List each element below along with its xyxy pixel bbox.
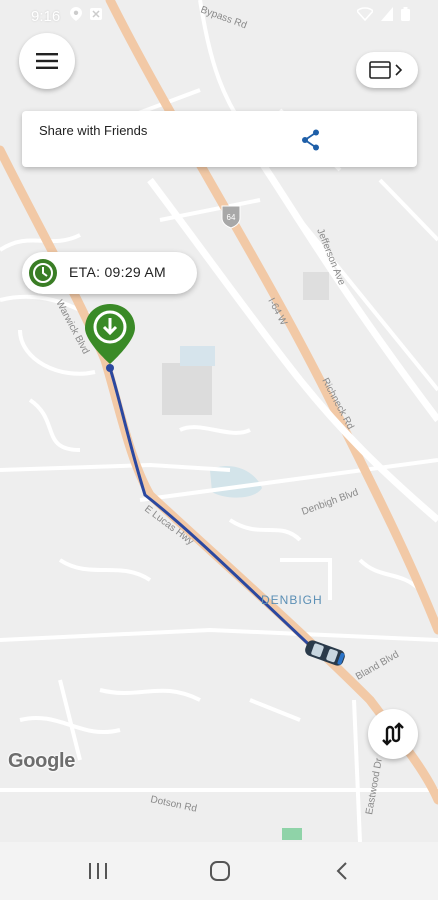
signal-icon	[381, 7, 393, 25]
highway-shield: 64	[221, 205, 241, 229]
wifi-icon	[355, 7, 375, 25]
map-water	[180, 346, 215, 366]
eta-pill: ETA: 09:29 AM	[22, 252, 197, 294]
system-nav-bar	[0, 842, 438, 900]
recent-apps-icon	[89, 863, 107, 879]
share-icon[interactable]	[299, 128, 323, 152]
home-icon	[210, 861, 230, 881]
route-icon	[382, 722, 404, 746]
share-label: Share with Friends	[39, 123, 148, 138]
map-building	[162, 363, 212, 415]
clock-icon	[29, 259, 57, 287]
location-icon	[70, 7, 83, 25]
card-chevron-icon	[369, 61, 403, 79]
back-icon	[336, 862, 347, 880]
battery-icon	[401, 7, 410, 25]
route-line	[108, 367, 322, 657]
back-button[interactable]	[322, 856, 362, 886]
home-button[interactable]	[200, 856, 240, 886]
google-attribution: Google	[8, 750, 76, 772]
label-eastwood: Eastwood Dr	[364, 757, 385, 816]
map-park	[282, 828, 302, 840]
hamburger-icon	[36, 53, 58, 69]
status-bar: 9:16	[0, 0, 438, 32]
menu-button[interactable]	[19, 33, 75, 89]
map-building	[303, 272, 329, 300]
svg-text:64: 64	[227, 213, 236, 222]
notification-icon	[90, 7, 103, 25]
label-bland: Bland Blvd	[354, 649, 401, 682]
vehicle-marker	[302, 640, 348, 666]
recent-apps-button[interactable]	[78, 856, 118, 886]
status-time: 9:16	[31, 7, 61, 25]
label-dotson: Dotson Rd	[149, 794, 198, 815]
label-denbigh-blvd: Denbigh Blvd	[300, 487, 360, 518]
share-card[interactable]: Share with Friends	[22, 111, 417, 167]
route-toggle-button[interactable]	[368, 709, 418, 759]
label-denbigh: DENBIGH	[261, 593, 323, 607]
eta-text: ETA: 09:29 AM	[69, 264, 167, 280]
destination-pin[interactable]	[82, 302, 138, 372]
payment-card-button[interactable]	[356, 52, 418, 88]
